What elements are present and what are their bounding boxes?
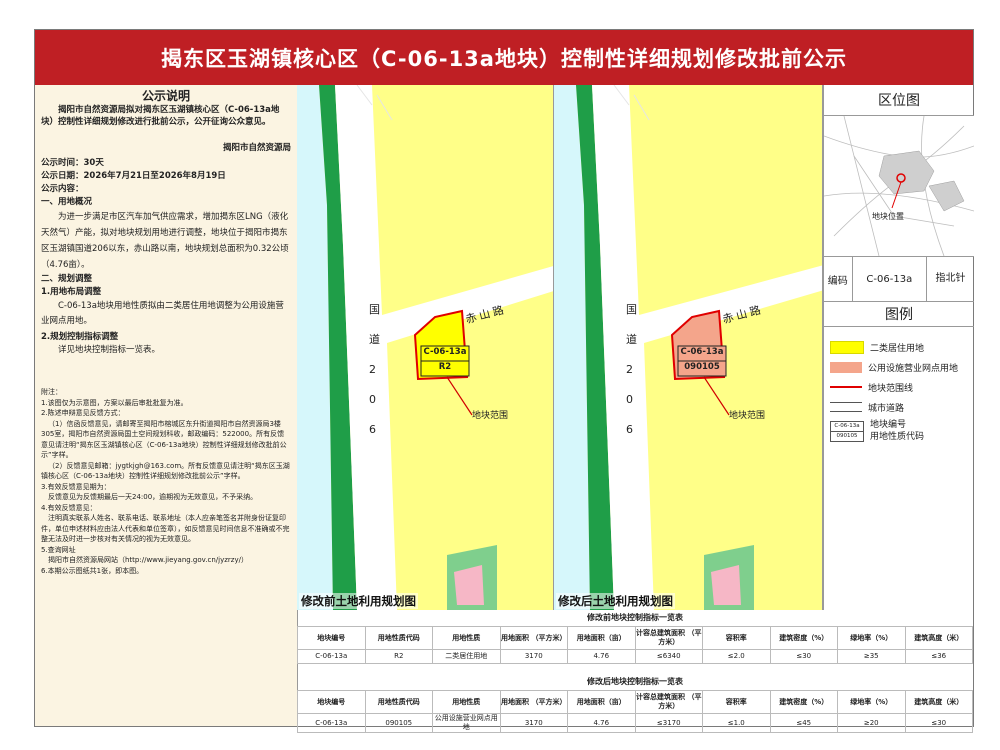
legend-item-road: 城市道路 — [830, 397, 974, 417]
table-header-row: 地块编号 用地性质代码 用地性质 用地面积 （平方米） 用地面积（亩） 计容总建筑面积 （… — [297, 626, 973, 650]
notes-title: 附注： — [41, 388, 62, 396]
map-after-caption: 修改后土地利用规划图 — [556, 593, 675, 609]
legend-code-sample: C-06-13a 090105 — [830, 420, 864, 442]
plot-range-label: 地块范围 — [729, 411, 766, 421]
pink-block — [454, 565, 484, 605]
map-after: C-06-13a 090105 赤山路 国道206 地块范围 修改后土地利用规划… — [554, 85, 823, 610]
notice-authority: 揭阳市自然资源局 — [222, 143, 291, 153]
note-line: 3.有效反馈意见期为： — [41, 482, 111, 491]
section-2-2-text: 详见地块控制指标一览表。 — [58, 345, 161, 355]
note-line: 反馈意见为反馈期最后一天24:00，逾期视为无效意见，不予采纳。 — [48, 493, 258, 501]
map-before-caption: 修改前土地利用规划图 — [299, 593, 418, 609]
notes-block: 附注： 1.该图仅为示意图，方案以最后审批批复为准。 2.陈述申辩意见反馈方式：… — [35, 387, 297, 576]
notice-content-title: 公示内容： — [41, 184, 84, 194]
info-panel: 区位图 地块位置 编码 C-06-13a 指北针 图例 二类居住用地 公用设施营… — [823, 85, 974, 610]
note-line: （2）反馈意见邮箱：jygtkjgh@163.com。所有反馈意见请注明“揭东区… — [41, 461, 290, 481]
plot-use-code: R2 — [438, 362, 452, 372]
road-label-national: 国道206 — [369, 303, 380, 436]
plot-range-label: 地块范围 — [472, 411, 509, 421]
code-value: C-06-13a — [853, 257, 928, 301]
table-before: 地块编号 用地性质代码 用地性质 用地面积 （平方米） 用地面积（亩） 计容总建筑面积 （… — [297, 626, 973, 664]
legend-item-utility: 公用设施营业网点用地 — [830, 357, 974, 377]
plot-code-label: C-06-13a — [423, 347, 467, 357]
legend-swatch — [830, 402, 862, 412]
table-row: C-06-13a R2 二类居住用地 3170 4.76 ≤6340 ≤2.0 ≤30 ≥35 ≤… — [297, 649, 973, 664]
legend-item-boundary: 地块范围线 — [830, 377, 974, 397]
map-before: C-06-13a R2 赤山路 国道206 地块范围 修改前土地利用规划图 — [297, 85, 554, 610]
plot-code-label: C-06-13a — [680, 347, 724, 357]
section-2-1-text: C-06-13a地块用地性质拟由二类居住用地调整为公用设施营业网点用地。 — [41, 301, 284, 326]
section-1-title: 一、用地概况 — [41, 197, 93, 207]
note-line: 5.查询网址 — [41, 545, 76, 554]
plot-location-label: 地块位置 — [872, 212, 904, 221]
code-label: 编码 — [824, 257, 853, 301]
location-heading: 区位图 — [824, 85, 974, 116]
section-1-text: 为进一步满足市区汽车加气供应需求，增加揭东区LNG（液化天然气）产能，拟对地块规… — [41, 212, 289, 270]
code-box: 编码 C-06-13a 指北针 — [824, 257, 974, 302]
road-label-national: 国道206 — [626, 303, 637, 436]
page-title: 揭东区玉湖镇核心区（C-06-13a地块）控制性详细规划修改批前公示 — [161, 46, 847, 71]
section-2-title: 二、规划调整 — [41, 274, 93, 284]
note-line: 4.有效反馈意见： — [41, 503, 97, 512]
notice-panel: 公示说明 揭阳市自然资源局拟对揭东区玉湖镇核心区（C-06-13a地块）控制性详… — [35, 85, 298, 726]
legend-item-code: C-06-13a 090105 地块编号 用地性质代码 — [830, 417, 974, 445]
header-bar: 揭东区玉湖镇核心区（C-06-13a地块）控制性详细规划修改批前公示 — [35, 30, 973, 85]
table-after-title: 修改后地块控制指标一览表 — [587, 677, 683, 686]
section-2-1-title: 1.用地布局调整 — [41, 287, 102, 297]
plot-use-code: 090105 — [684, 362, 720, 372]
pink-block — [711, 565, 741, 605]
indicator-tables: 修改前地块控制指标一览表 地块编号 用地性质代码 用地性质 用地面积 （平方米） 用地面… — [297, 610, 973, 733]
section-2-2-title: 2.规划控制指标调整 — [41, 332, 119, 342]
note-line: 注明真实联系人姓名、联系电话、联系地址（本人应亲笔签名并附身份证复印件，单位申述… — [41, 514, 290, 543]
legend-heading: 图例 — [824, 302, 974, 327]
legend-swatch — [830, 386, 862, 388]
legend-swatch — [830, 361, 862, 373]
location-map: 地块位置 — [824, 116, 974, 257]
legend-item-residential: 二类居住用地 — [830, 337, 974, 357]
table-before-title: 修改前地块控制指标一览表 — [587, 613, 683, 622]
north-arrow-label: 指北针 — [935, 273, 966, 284]
note-line: 1.该图仅为示意图，方案以最后审批批复为准。 — [41, 398, 188, 407]
notice-intro: 揭阳市自然资源局拟对揭东区玉湖镇核心区（C-06-13a地块）控制性详细规划修改… — [41, 105, 280, 127]
notice-time: 公示时间：30天 — [41, 158, 104, 168]
table-row: C-06-13a 090105 公用设施营业网点用地 3170 4.76 ≤3170 ≤1.… — [297, 713, 973, 733]
legend: 二类居住用地 公用设施营业网点用地 地块范围线 城市道路 C-06-13a 09… — [824, 327, 974, 445]
table-after: 地块编号 用地性质代码 用地性质 用地面积 （平方米） 用地面积（亩） 计容总建筑面积 （… — [297, 690, 973, 733]
poster-frame: 揭东区玉湖镇核心区（C-06-13a地块）控制性详细规划修改批前公示 公示说明 … — [34, 29, 974, 733]
location-map-drawing — [824, 116, 974, 256]
notice-heading: 公示说明 — [141, 89, 190, 103]
note-line: 6.本期公示图纸共1张，即本图。 — [41, 566, 144, 575]
note-line: 揭阳市自然资源局网站（http://www.jieyang.gov.cn/jyz… — [48, 556, 248, 564]
table-header-row: 地块编号 用地性质代码 用地性质 用地面积 （平方米） 用地面积（亩） 计容总建筑面积 （… — [297, 690, 973, 714]
legend-swatch — [830, 340, 864, 354]
note-line: 2.陈述申辩意见反馈方式： — [41, 409, 125, 417]
notice-period: 公示日期：2026年7月21日至2026年8月19日 — [41, 171, 226, 181]
note-line: （1）信函反馈意见，请邮寄至揭阳市榕城区东升街道揭阳市自然资源局3楼305室，揭… — [41, 419, 287, 460]
